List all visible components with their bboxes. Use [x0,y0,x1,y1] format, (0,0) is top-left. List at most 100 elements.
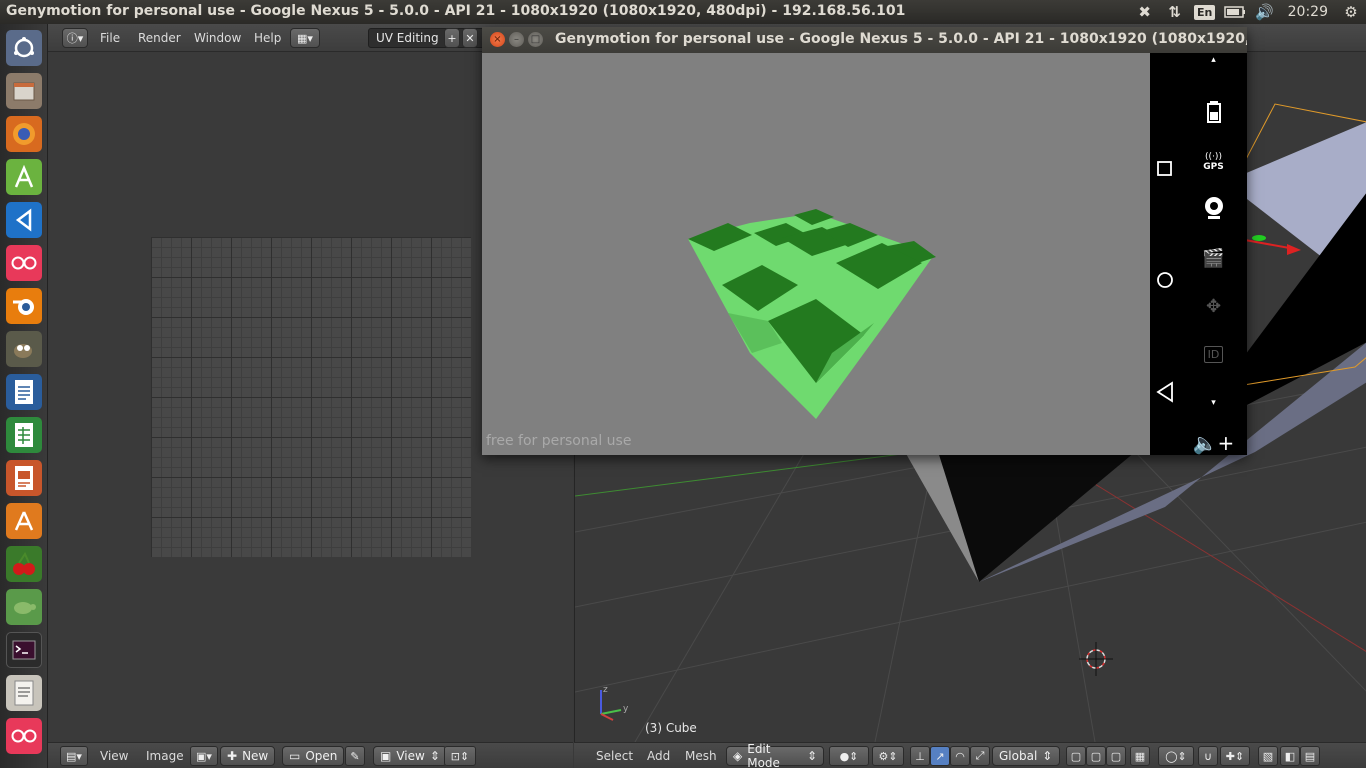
back-icon [1156,381,1173,403]
select-menu[interactable]: Select [596,749,633,763]
folder-icon: ▭ [289,749,301,763]
new-image-button[interactable]: ✚ New [220,746,276,766]
rotate-manipulator-icon[interactable]: ◠ [950,746,970,766]
vscode-icon[interactable] [6,202,42,238]
dropdown-icon: ⇕ [429,749,440,763]
layer-icon-3[interactable]: ▢ [1106,746,1126,766]
3d-cursor-icon [1079,642,1113,676]
firefox-icon[interactable] [6,116,42,152]
screencast-widget-icon[interactable]: 🎬 [1180,243,1247,273]
render-menu[interactable]: Render [138,31,181,45]
add-layout-icon[interactable]: + [444,28,460,48]
genymotion-widget-sidebar: ▴ ((·)) GPS 🎬 ✥ ID ▾ 🔈+ [1180,53,1247,455]
mode-dropdown[interactable]: ◈ Edit Mode ⇕ [726,742,824,768]
mesh-menu[interactable]: Mesh [685,749,717,763]
transform-orientation-dropdown[interactable]: Global ⇕ [992,746,1060,766]
dash-home-icon[interactable] [6,30,42,66]
scale-manipulator-icon[interactable]: ⤢ [970,746,990,766]
editor-type-button[interactable]: ▤▾ [60,746,88,766]
y-manipulator-handle [1252,235,1266,241]
active-object-label: (3) Cube [645,721,697,735]
scroll-up-icon[interactable]: ▴ [1180,55,1247,65]
close-window-icon[interactable]: × [490,32,505,47]
flickr-icon[interactable] [6,245,42,281]
help-menu[interactable]: Help [254,31,281,45]
pivot-dropdown[interactable]: ⊡⇕ [444,746,476,766]
screen-layout-icon[interactable]: ▦▾ [290,28,320,48]
settings-gear-icon[interactable]: ⚙ [1336,0,1366,24]
translate-manipulator-icon[interactable]: ↗ [930,746,950,766]
cube-grid-render [688,209,936,419]
layer-icon-2[interactable]: ▢ [1086,746,1106,766]
add-menu[interactable]: Add [647,749,670,763]
uv-grid[interactable] [151,237,471,557]
android-studio-icon[interactable] [6,159,42,195]
3d-viewport-header: Select Add Mesh ◈ Edit Mode ⇕ ●⇕ ⚙⇕ ⊥ ↗ ◠ … [574,742,1366,768]
browse-image-button[interactable]: ▣▾ [190,746,218,766]
webcam-widget-icon[interactable] [1180,193,1247,223]
device-screen[interactable]: free for personal use [482,53,1150,455]
snap-element-dropdown[interactable]: ✚⇕ [1220,746,1250,766]
maximize-window-icon[interactable]: □ [528,32,543,47]
software-center-icon[interactable] [6,503,42,539]
personal-use-watermark: free for personal use [486,433,632,449]
file-menu[interactable]: File [100,31,120,45]
network-transfer-icon[interactable]: ⇅ [1160,0,1190,24]
active-window-title: Genymotion for personal use - Google Nex… [6,3,906,19]
render-icon[interactable]: ▧ [1258,746,1278,766]
home-icon [1157,272,1173,288]
uv-image-menu[interactable]: Image [146,749,184,763]
layer-icon-1[interactable]: ▢ [1066,746,1086,766]
device-id-widget-icon[interactable]: ID [1180,339,1247,369]
libreoffice-impress-icon[interactable] [6,460,42,496]
open-image-label: Open [305,749,338,763]
terminal-icon[interactable] [6,632,42,668]
volume-icon[interactable]: 🔊 [1250,0,1280,24]
viewport-shading-dropdown[interactable]: ●⇕ [829,746,869,766]
view-mode-dropdown[interactable]: ▣ View ⇕ [373,746,447,766]
mode-label: Edit Mode [747,742,780,768]
scroll-down-icon[interactable]: ▾ [1180,398,1247,408]
genymotion-titlebar[interactable]: × – □ Genymotion for personal use - Goog… [482,27,1247,53]
open-image-button[interactable]: ▭ Open [282,746,345,766]
new-image-label: New [242,749,269,763]
view-mode-label: View [396,749,425,763]
manipulator-toggle-icon[interactable]: ⊥ [910,746,930,766]
text-editor-icon[interactable] [6,675,42,711]
libreoffice-writer-icon[interactable] [6,374,42,410]
turtle-icon[interactable] [6,589,42,625]
window-menu[interactable]: Window [194,31,241,45]
battery-widget-icon[interactable] [1180,97,1247,127]
magnet-icon[interactable]: ∪ [1198,746,1218,766]
tools-icon[interactable]: ✖ [1130,0,1160,24]
minimize-window-icon[interactable]: – [509,32,524,47]
cube-grid-shape [688,209,936,419]
layer-icon-4[interactable]: ▦ [1130,746,1150,766]
gps-widget-icon[interactable]: ((·)) GPS [1180,147,1247,177]
delete-layout-icon[interactable]: ✕ [462,28,478,48]
uv-view-menu[interactable]: View [100,749,128,763]
genymotion-title: Genymotion for personal use - Google Nex… [555,31,1247,47]
blender-icon[interactable] [6,288,42,324]
pivot-point-dropdown[interactable]: ⚙⇕ [872,746,904,766]
info-editor-type-button[interactable]: ⓘ▾ [62,28,88,48]
remote-control-widget-icon[interactable]: ✥ [1180,291,1247,321]
id-label: ID [1203,345,1224,363]
proportional-edit-dropdown[interactable]: ◯⇕ [1158,746,1194,766]
battery-icon[interactable] [1220,0,1250,24]
dropdown-icon: ⇕ [1042,749,1053,763]
pin-icon[interactable]: ✎ [345,746,365,766]
libreoffice-calc-icon[interactable] [6,417,42,453]
keyboard-language-indicator[interactable]: En [1190,0,1220,24]
volume-up-icon[interactable]: 🔈+ [1180,428,1247,458]
android-nav-bar [1150,53,1180,455]
svg-text:y: y [623,704,629,714]
camera-icon[interactable]: ◧ [1280,746,1300,766]
layers-icon[interactable]: ▤ [1300,746,1320,766]
gimp-icon[interactable] [6,331,42,367]
gps-label: GPS [1203,161,1224,172]
flickr-2-icon[interactable] [6,718,42,754]
clock[interactable]: 20:29 [1280,4,1336,20]
files-icon[interactable] [6,73,42,109]
cherrytree-icon[interactable] [6,546,42,582]
